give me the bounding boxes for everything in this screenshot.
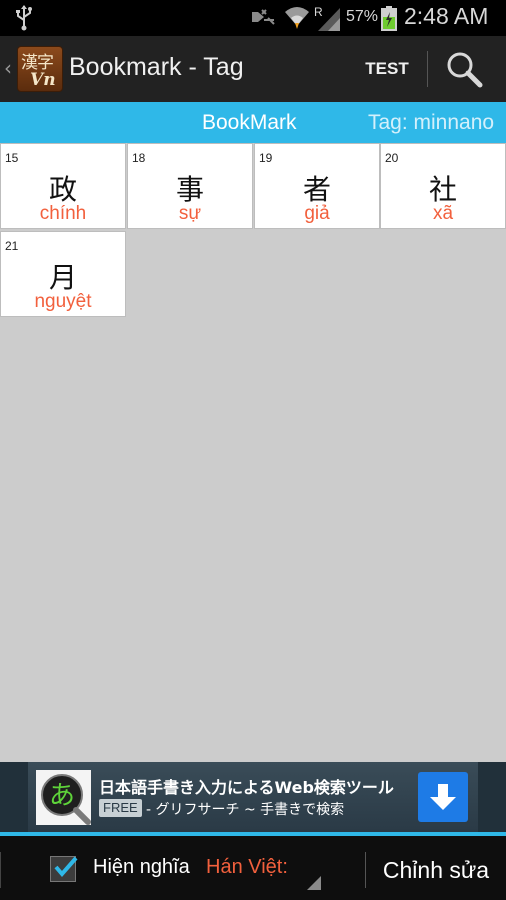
- download-icon: [430, 784, 456, 810]
- usb-icon: [16, 5, 32, 31]
- kanji-card[interactable]: 20 社 xã: [380, 143, 506, 229]
- kanji-card[interactable]: 15 政 chính: [0, 143, 126, 229]
- tab-header: BookMark Tag: minnano: [0, 102, 506, 143]
- action-bar: ‹ 漢字 Vn Bookmark - Tag TEST: [0, 36, 506, 102]
- card-reading: giả: [304, 203, 330, 224]
- mute-icon: [252, 9, 275, 25]
- tab-tag[interactable]: Tag: minnano: [368, 111, 494, 135]
- ad-subtitle: - グリフサーチ ~ 手書きで検索: [146, 802, 345, 818]
- test-button[interactable]: TEST: [356, 50, 418, 88]
- show-meaning-checkbox[interactable]: [50, 856, 78, 882]
- card-reading: xã: [432, 203, 454, 224]
- tab-bookmark[interactable]: BookMark: [202, 111, 297, 135]
- card-reading: chính: [39, 203, 87, 224]
- kanji-card[interactable]: 21 月 nguyệt: [0, 231, 126, 317]
- card-number: 20: [385, 151, 399, 165]
- kanji-card[interactable]: 19 者 giả: [254, 143, 380, 229]
- card-number: 21: [5, 239, 19, 253]
- bottom-divider: [365, 852, 366, 888]
- ad-free-badge: FREE: [99, 799, 142, 817]
- ad-download-button[interactable]: [418, 772, 468, 822]
- card-kanji: 者: [302, 173, 331, 206]
- card-kanji: 社: [428, 173, 457, 206]
- clock: 2:48 AM: [404, 3, 489, 29]
- search-icon[interactable]: [444, 50, 484, 88]
- kanji-card[interactable]: 18 事 sự: [127, 143, 253, 229]
- card-kanji: 政: [48, 173, 77, 206]
- app-logo-vn: Vn: [30, 70, 56, 90]
- card-kanji: 月: [48, 261, 77, 294]
- meaning-type-value: Hán Việt:: [206, 856, 288, 878]
- page-title: Bookmark - Tag: [69, 53, 244, 81]
- card-number: 15: [5, 151, 19, 165]
- app-logo[interactable]: 漢字 Vn: [17, 46, 63, 92]
- meaning-type-select[interactable]: Hán Việt:: [205, 850, 321, 890]
- wifi-icon: [285, 7, 309, 29]
- ad-banner[interactable]: あ 日本語手書き入力によるWeb検索ツール FREE - グリフサーチ ~ 手書…: [0, 762, 506, 832]
- ad-icon-char: あ: [49, 781, 75, 811]
- card-reading: nguyệt: [34, 291, 92, 312]
- back-chevron-icon[interactable]: ‹: [4, 56, 12, 80]
- bottom-bar: Hiện nghĩa Hán Việt: Chỉnh sửa: [0, 832, 506, 900]
- card-number: 19: [259, 151, 273, 165]
- bottom-left-divider: [0, 852, 1, 888]
- status-bar: R 57% 2:48 AM: [0, 0, 506, 36]
- card-number: 18: [132, 151, 146, 165]
- dropdown-corner-icon: [307, 876, 321, 890]
- roaming-letter: R: [314, 5, 323, 19]
- checkmark-icon: [54, 856, 78, 878]
- card-reading: sự: [178, 203, 202, 224]
- signal-roaming-icon: R: [314, 5, 340, 31]
- battery-percent: 57%: [346, 8, 379, 25]
- action-divider: [427, 51, 428, 87]
- handwriting-search-icon: あ: [36, 770, 91, 825]
- card-kanji: 事: [175, 173, 204, 206]
- edit-button[interactable]: Chỉnh sửa: [370, 850, 502, 890]
- show-meaning-label: Hiện nghĩa: [93, 856, 190, 878]
- ad-title: 日本語手書き入力によるWeb検索ツール: [99, 778, 394, 797]
- battery-charging-icon: [381, 6, 397, 31]
